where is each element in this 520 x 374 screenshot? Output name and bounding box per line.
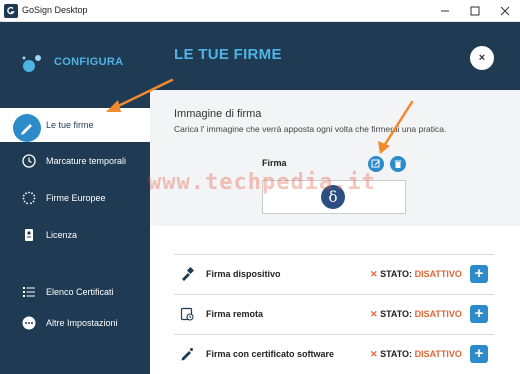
close-icon: × [478,52,486,64]
sidebar-item-label: Altre Impostazioni [46,318,118,328]
delete-signature-button[interactable] [390,156,406,172]
main-content: Immagine di firma Carica l' immagine che… [150,90,520,374]
maximize-button[interactable] [460,0,490,22]
eu-stars-icon [22,191,36,205]
sidebar-item-label: Elenco Certificati [46,287,114,297]
row-label: Firma remota [206,309,264,319]
add-button[interactable]: + [470,305,488,323]
remote-signature-icon [180,307,194,321]
add-button[interactable]: + [470,345,488,363]
window-title: GoSign Desktop [22,5,88,15]
section-title: Immagine di firma [174,108,262,120]
configura-logo-icon [20,52,44,76]
minimize-button[interactable] [430,0,460,22]
sidebar-item-licenza[interactable]: Licenza [0,218,150,252]
app-icon [4,4,18,18]
sidebar-item-firme-europee[interactable]: Firme Europee [0,181,150,215]
sidebar-item-label: Licenza [46,230,78,240]
signature-icon [13,114,41,142]
list-item-firma-certificato-software: Firma con certificato software ✕ STATO: … [174,334,494,374]
edit-icon [371,159,380,168]
close-button[interactable]: × [470,46,494,70]
row-label: Firma dispositivo [206,269,281,279]
list-item-firma-dispositivo: Firma dispositivo ✕ STATO: DISATTIVO + [174,254,494,294]
sidebar-item-elenco-certificati[interactable]: Elenco Certificati [0,275,150,309]
sidebar-item-le-tue-firme[interactable]: Le tue firme [0,108,150,142]
sidebar: CONFIGURA Le tue firme Marcature tempora… [0,22,150,374]
sidebar-item-label: Le tue firme [46,120,94,130]
clock-icon [22,154,36,168]
sidebar-item-label: Marcature temporali [46,156,127,166]
list-item-firma-remota: Firma remota ✕ STATO: DISATTIVO + [174,294,494,334]
software-certificate-icon [180,347,194,361]
sidebar-item-label: Firme Europee [46,193,106,203]
status-badge: ✕ STATO: DISATTIVO [370,269,462,279]
sidebar-brand: CONFIGURA [54,56,124,68]
watermark: www.techpedia.it [148,170,376,195]
list-icon [22,285,36,299]
sidebar-item-altre-impostazioni[interactable]: Altre Impostazioni [0,306,150,340]
section-description: Carica l' immagine che verrà apposta ogn… [174,124,447,134]
row-label: Firma con certificato software [206,349,335,359]
license-icon [22,228,36,242]
sidebar-item-marcature-temporali[interactable]: Marcature temporali [0,144,150,178]
firma-label: Firma [262,158,287,168]
signature-types-list: Firma dispositivo ✕ STATO: DISATTIVO + F… [150,226,520,374]
main-header: LE TUE FIRME × [150,22,520,90]
status-badge: ✕ STATO: DISATTIVO [370,309,462,319]
page-title: LE TUE FIRME [174,46,282,63]
usb-key-icon [180,266,195,281]
add-button[interactable]: + [470,265,488,283]
trash-icon [394,160,402,168]
window-close-button[interactable] [490,0,520,22]
title-bar: GoSign Desktop [0,0,520,22]
status-badge: ✕ STATO: DISATTIVO [370,349,462,359]
more-icon [22,316,36,330]
signature-image-section: Immagine di firma Carica l' immagine che… [150,90,520,226]
